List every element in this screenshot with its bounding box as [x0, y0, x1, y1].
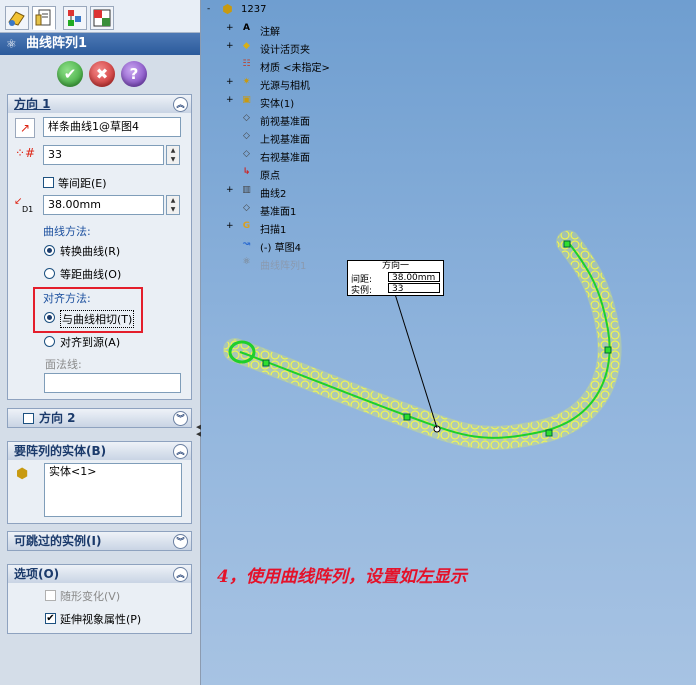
curve-pattern-icon: ⚛ — [6, 37, 17, 51]
direction2-checkbox[interactable] — [23, 413, 34, 424]
display-manager-tab[interactable] — [90, 6, 114, 30]
curve-point — [545, 429, 553, 437]
options-header[interactable]: 选项(O) ︽ — [7, 564, 192, 584]
direction1-header[interactable]: 方向 1 ︽ — [7, 94, 192, 114]
direction2-title: 方向 2 — [39, 411, 76, 425]
x-icon: ✖ — [95, 65, 109, 83]
callout-instances-label: 实例: — [351, 286, 373, 296]
shape-change-checkbox[interactable] — [45, 590, 56, 601]
property-manager-tab[interactable] — [32, 6, 56, 30]
skip-instances-header[interactable]: 可跳过的实例(I) ︾ — [7, 531, 192, 551]
callout-title: 方向一 — [381, 261, 409, 271]
chevron-up-icon[interactable]: ︽ — [173, 444, 188, 459]
curve-method-transform-radio[interactable] — [44, 245, 55, 256]
instance-count-stepper[interactable]: ▲ ▼ — [166, 145, 180, 165]
curve-method-offset-label: 等距曲线(O) — [60, 268, 122, 281]
direction2-header[interactable]: 方向 2 ︾ — [7, 408, 192, 428]
instruction-note: 4，使用曲线阵列，设置如左显示 — [217, 567, 467, 587]
callout-instances-input[interactable]: 33 — [388, 283, 440, 294]
question-icon: ? — [129, 65, 139, 83]
shape-change-label: 随形变化(V) — [60, 590, 121, 603]
curve-point — [604, 346, 612, 354]
equal-spacing-label: 等间距(E) — [58, 177, 107, 190]
chevron-up-icon[interactable]: ︽ — [173, 567, 188, 582]
d1-label: D1 — [22, 205, 34, 214]
help-button[interactable]: ? — [121, 61, 147, 87]
bodies-header[interactable]: 要阵列的实体(B) ︽ — [7, 441, 192, 461]
bodies-list-item[interactable]: 实体<1> — [49, 465, 96, 478]
propagate-visual-label: 延伸视象属性(P) — [60, 613, 142, 626]
curve-point — [262, 359, 270, 367]
chevron-down-icon[interactable]: ︾ — [173, 534, 188, 549]
spacing-stepper[interactable]: ▲ ▼ — [166, 195, 180, 215]
feature-title: 曲线阵列1 — [26, 36, 88, 51]
cancel-button[interactable]: ✖ — [89, 61, 115, 87]
skip-instances-title: 可跳过的实例(I) — [14, 534, 102, 548]
face-normal-field[interactable] — [44, 373, 181, 393]
curve-selection-field[interactable]: 样条曲线1@草图4 — [43, 117, 181, 137]
callout-spacing-input[interactable]: 38.00mm — [388, 272, 440, 283]
ok-button[interactable]: ✔ — [57, 61, 83, 87]
highlight-box — [33, 287, 143, 333]
property-manager-icon — [35, 9, 51, 26]
curve-method-label: 曲线方法: — [43, 225, 91, 238]
curve-method-transform-label: 转换曲线(R) — [60, 245, 121, 258]
feature-title-bar: ⚛ 曲线阵列1 — [0, 33, 200, 55]
manager-tabs — [0, 0, 200, 33]
instance-count-icon: ⁘# — [15, 146, 36, 160]
instance-count-input[interactable]: 33 — [43, 145, 164, 165]
property-manager-panel: ⚛ 曲线阵列1 ✔ ✖ ? 方向 1 ︽ ↗ 样条曲线1@草图4 ⁘# 33 ▲… — [0, 0, 201, 685]
configuration-manager-tab[interactable] — [63, 6, 87, 30]
solid-body-icon: ⬢ — [16, 466, 29, 482]
direction-callout[interactable]: 方向一 间距: 38.00mm 实例: 33 — [347, 260, 444, 296]
display-manager-icon — [93, 9, 111, 27]
feature-manager-icon — [8, 11, 25, 26]
align-source-radio[interactable] — [44, 336, 55, 347]
chevron-down-icon[interactable]: ︾ — [173, 411, 188, 426]
check-icon: ✔ — [63, 65, 77, 83]
chevron-up-icon[interactable]: ︽ — [173, 97, 188, 112]
align-source-label: 对齐到源(A) — [60, 336, 121, 349]
direction-reverse-icon[interactable]: ↗ — [15, 118, 35, 138]
propagate-visual-checkbox[interactable]: ✔ — [45, 613, 56, 624]
equal-spacing-checkbox[interactable] — [43, 177, 54, 188]
curve-point — [563, 240, 571, 248]
feature-manager-tab[interactable] — [5, 6, 29, 30]
direction1-title: 方向 1 — [14, 97, 51, 111]
bodies-list[interactable]: 实体<1> — [44, 463, 182, 517]
bodies-title: 要阵列的实体(B) — [14, 444, 107, 458]
curve-point — [403, 413, 411, 421]
configuration-manager-icon — [68, 10, 81, 26]
spacing-input[interactable]: 38.00mm — [43, 195, 164, 215]
curve-method-offset-radio[interactable] — [44, 268, 55, 279]
options-title: 选项(O) — [14, 567, 60, 581]
face-normal-label: 面法线: — [45, 358, 82, 371]
